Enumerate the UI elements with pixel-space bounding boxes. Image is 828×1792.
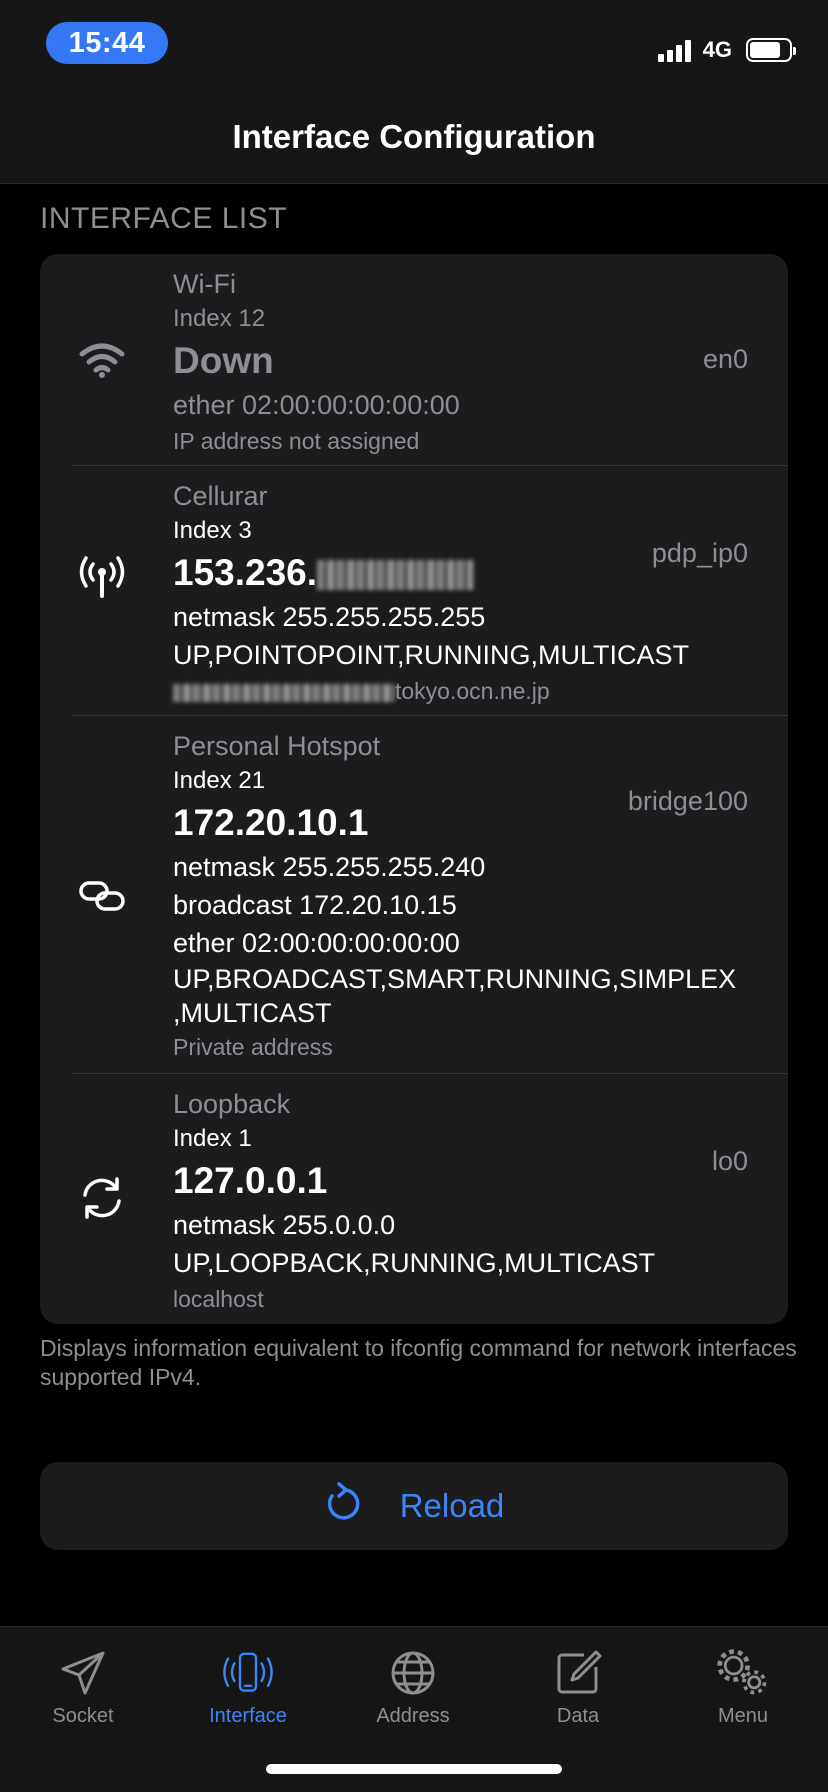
home-indicator[interactable] — [266, 1764, 562, 1774]
interface-note: tokyo.ocn.ne.jp — [173, 674, 758, 708]
phone-wave-icon — [220, 1645, 276, 1701]
interface-row-wifi[interactable]: Wi-Fi Index 12 Down ether 02:00:00:00:00… — [40, 254, 788, 466]
antenna-icon — [70, 546, 134, 610]
interface-broadcast: broadcast 172.20.10.15 — [173, 890, 457, 920]
gears-icon — [715, 1645, 771, 1701]
interface-id: en0 — [702, 344, 748, 374]
interface-list: Wi-Fi Index 12 Down ether 02:00:00:00:00… — [40, 254, 788, 1324]
interface-flags: UP,LOOPBACK,RUNNING,MULTICAST — [173, 1248, 656, 1278]
wifi-icon — [70, 328, 134, 392]
interface-note: localhost — [173, 1286, 264, 1312]
reload-label: Reload — [399, 1487, 505, 1524]
interface-index: Index 12 — [173, 305, 266, 332]
interface-name: Loopback — [173, 1089, 291, 1119]
interface-row-loopback[interactable]: Loopback Index 1 127.0.0.1 netmask 255.0… — [40, 1074, 788, 1324]
tab-address[interactable]: Address — [348, 1645, 478, 1728]
tab-interface[interactable]: Interface — [183, 1645, 313, 1728]
loop-icon — [70, 1166, 134, 1230]
interface-address: Down — [173, 340, 274, 381]
interface-name: Cellurar — [173, 481, 268, 511]
globe-icon — [385, 1645, 441, 1701]
interface-ether: ether 02:00:00:00:00:00 — [173, 928, 460, 958]
screen: 15:44 4G Interface Configuration INTERFA… — [0, 0, 828, 1792]
interface-name: Wi-Fi — [173, 269, 236, 299]
interface-flags: UP,BROADCAST,SMART,RUNNING,SIMPLEX — [173, 964, 737, 994]
tab-data[interactable]: Data — [513, 1645, 643, 1728]
tab-socket[interactable]: Socket — [18, 1645, 148, 1728]
network-type: 4G — [702, 37, 732, 62]
interface-netmask: netmask 255.255.255.255 — [173, 602, 486, 632]
tab-label: Socket — [52, 1705, 114, 1727]
tab-label: Interface — [209, 1705, 287, 1727]
compose-icon — [550, 1645, 606, 1701]
page-title: Interface Configuration — [232, 118, 596, 155]
tab-label: Address — [376, 1705, 450, 1727]
top-bar: 15:44 4G Interface Configuration — [0, 0, 828, 184]
tab-label: Data — [556, 1705, 600, 1727]
link-icon — [70, 864, 134, 928]
tab-menu[interactable]: Menu — [678, 1645, 808, 1728]
interface-row-cellular[interactable]: Cellurar Index 3 153.236. netmask 255.25… — [40, 466, 788, 716]
redacted-text — [173, 683, 395, 703]
interface-flags-continued: ,MULTICAST — [173, 998, 332, 1028]
interface-netmask: netmask 255.0.0.0 — [173, 1210, 396, 1240]
section-header: INTERFACE LIST — [40, 202, 288, 235]
redacted-text — [317, 560, 474, 591]
battery-icon — [746, 38, 796, 62]
interface-ether: ether 02:00:00:00:00:00 — [173, 390, 460, 420]
interface-flags: UP,POINTOPOINT,RUNNING,MULTICAST — [173, 640, 690, 670]
interface-name: Personal Hotspot — [173, 731, 381, 761]
interface-index: Index 1 — [173, 1125, 252, 1152]
reload-button[interactable]: Reload — [40, 1462, 788, 1550]
interface-note: Private address — [173, 1034, 333, 1060]
status-time[interactable]: 15:44 — [46, 22, 168, 64]
interface-netmask: netmask 255.255.255.240 — [173, 852, 486, 882]
footnote: Displays information equivalent to ifcon… — [40, 1335, 797, 1390]
interface-note: IP address not assigned — [173, 428, 420, 454]
interface-id: bridge100 — [627, 786, 748, 816]
paperplane-icon — [55, 1645, 111, 1701]
tab-label: Menu — [717, 1705, 769, 1727]
interface-row-hotspot[interactable]: Personal Hotspot Index 21 172.20.10.1 ne… — [40, 716, 788, 1074]
signal-icon — [657, 38, 691, 62]
status-indicators: 4G — [657, 36, 796, 64]
interface-address: 127.0.0.1 — [173, 1160, 328, 1201]
interface-id: pdp_ip0 — [651, 538, 748, 568]
refresh-icon — [324, 1482, 360, 1530]
interface-id: lo0 — [711, 1146, 748, 1176]
